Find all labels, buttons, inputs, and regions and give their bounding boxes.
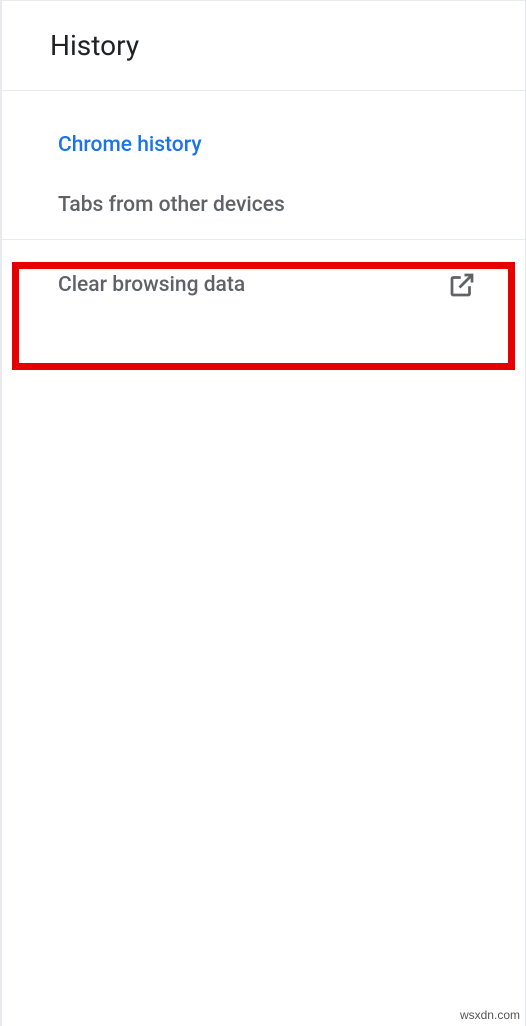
menu-item-tabs-other-devices[interactable]: Tabs from other devices <box>2 175 525 235</box>
watermark: wsxdn.com <box>460 1008 520 1022</box>
header: History <box>2 1 525 91</box>
menu-item-label: Tabs from other devices <box>58 193 285 217</box>
history-menu: Chrome history Tabs from other devices <box>2 91 525 240</box>
clear-section: Clear browsing data <box>2 240 525 330</box>
menu-item-chrome-history[interactable]: Chrome history <box>2 115 525 175</box>
open-in-new-icon <box>447 270 477 300</box>
history-sidebar: History Chrome history Tabs from other d… <box>0 0 526 1026</box>
page-title: History <box>50 29 525 62</box>
menu-item-label: Chrome history <box>58 133 202 157</box>
clear-label: Clear browsing data <box>58 273 245 297</box>
clear-browsing-data-button[interactable]: Clear browsing data <box>2 240 525 330</box>
